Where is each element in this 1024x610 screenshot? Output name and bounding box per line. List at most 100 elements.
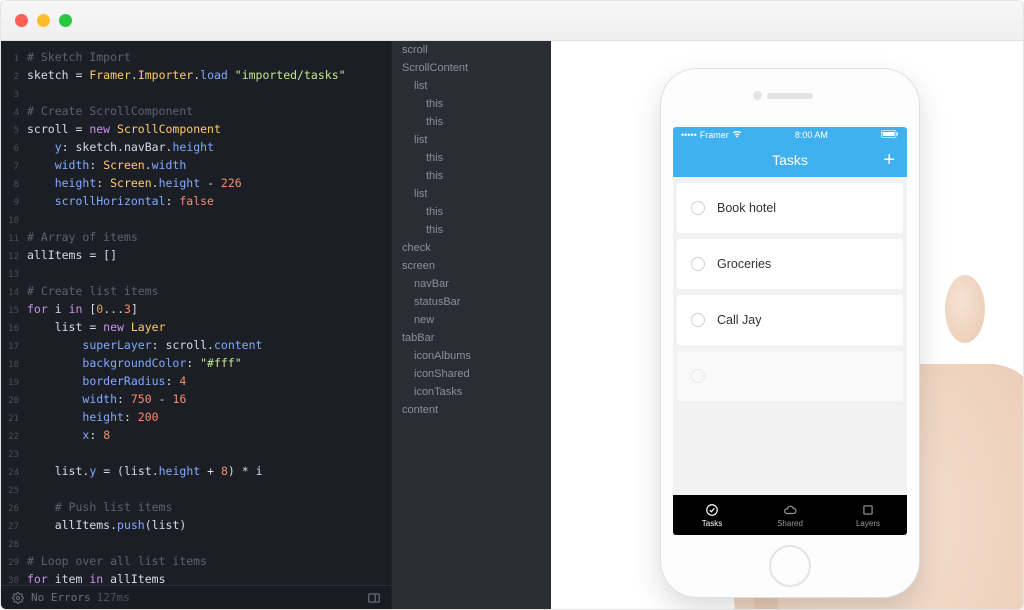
- tab-tasks[interactable]: Tasks: [673, 495, 751, 535]
- code-line[interactable]: 2sketch = Framer.Importer.load "imported…: [1, 67, 391, 85]
- layer-row[interactable]: this: [392, 203, 551, 221]
- code-lines[interactable]: 1# Sketch Import2sketch = Framer.Importe…: [1, 41, 391, 585]
- layer-row[interactable]: new: [392, 311, 551, 329]
- code-line[interactable]: 29# Loop over all list items: [1, 553, 391, 571]
- code-content[interactable]: list.y = (list.height + 8) * i: [27, 463, 391, 479]
- code-content[interactable]: x: 8: [27, 427, 391, 443]
- code-content[interactable]: allItems.push(list): [27, 517, 391, 533]
- code-line[interactable]: 21 height: 200: [1, 409, 391, 427]
- code-line[interactable]: 9 scrollHorizontal: false: [1, 193, 391, 211]
- code-line[interactable]: 4# Create ScrollComponent: [1, 103, 391, 121]
- task-check-circle[interactable]: [691, 369, 705, 383]
- minimize-icon[interactable]: [37, 14, 50, 27]
- layer-row[interactable]: content: [392, 401, 551, 419]
- code-content[interactable]: backgroundColor: "#fff": [27, 355, 391, 371]
- code-content[interactable]: allItems = []: [27, 247, 391, 263]
- task-item[interactable]: Groceries: [677, 239, 903, 289]
- zoom-icon[interactable]: [59, 14, 72, 27]
- code-content[interactable]: superLayer: scroll.content: [27, 337, 391, 353]
- code-line[interactable]: 22 x: 8: [1, 427, 391, 445]
- tab-shared[interactable]: Shared: [751, 495, 829, 535]
- code-line[interactable]: 24 list.y = (list.height + 8) * i: [1, 463, 391, 481]
- code-line[interactable]: 7 width: Screen.width: [1, 157, 391, 175]
- code-line[interactable]: 25: [1, 481, 391, 499]
- code-content[interactable]: borderRadius: 4: [27, 373, 391, 389]
- code-editor-panel[interactable]: 1# Sketch Import2sketch = Framer.Importe…: [1, 41, 391, 609]
- layer-row[interactable]: this: [392, 167, 551, 185]
- code-line[interactable]: 1# Sketch Import: [1, 49, 391, 67]
- layer-row[interactable]: this: [392, 149, 551, 167]
- code-line[interactable]: 19 borderRadius: 4: [1, 373, 391, 391]
- layer-row[interactable]: statusBar: [392, 293, 551, 311]
- code-line[interactable]: 23: [1, 445, 391, 463]
- code-line[interactable]: 26 # Push list items: [1, 499, 391, 517]
- layer-label: list: [414, 80, 545, 92]
- code-content[interactable]: width: 750 - 16: [27, 391, 391, 407]
- tab-layers[interactable]: Layers: [829, 495, 907, 535]
- code-line[interactable]: 28: [1, 535, 391, 553]
- layer-row[interactable]: this: [392, 113, 551, 131]
- code-content[interactable]: # Create list items: [27, 283, 391, 299]
- code-content[interactable]: list = new Layer: [27, 319, 391, 335]
- layer-row[interactable]: screen: [392, 257, 551, 275]
- code-content[interactable]: sketch = Framer.Importer.load "imported/…: [27, 67, 391, 83]
- code-line[interactable]: 5scroll = new ScrollComponent: [1, 121, 391, 139]
- task-list[interactable]: Book hotel Groceries Call Jay: [673, 177, 907, 495]
- code-content[interactable]: for item in allItems: [27, 571, 391, 585]
- code-line[interactable]: 6 y: sketch.navBar.height: [1, 139, 391, 157]
- task-check-circle[interactable]: [691, 257, 705, 271]
- layer-row[interactable]: iconShared: [392, 365, 551, 383]
- task-item[interactable]: Book hotel: [677, 183, 903, 233]
- code-content[interactable]: y: sketch.navBar.height: [27, 139, 391, 155]
- layer-row[interactable]: navBar: [392, 275, 551, 293]
- code-content[interactable]: height: 200: [27, 409, 391, 425]
- layer-panel[interactable]: scrollScrollContentlistthisthislistthist…: [391, 41, 551, 609]
- code-line[interactable]: 12allItems = []: [1, 247, 391, 265]
- add-task-button[interactable]: +: [883, 150, 895, 170]
- code-line[interactable]: 10: [1, 211, 391, 229]
- code-content[interactable]: scroll = new ScrollComponent: [27, 121, 391, 137]
- code-line[interactable]: 16 list = new Layer: [1, 319, 391, 337]
- code-content[interactable]: # Create ScrollComponent: [27, 103, 391, 119]
- titlebar[interactable]: [1, 1, 1023, 41]
- code-content[interactable]: # Sketch Import: [27, 49, 391, 65]
- task-check-circle[interactable]: [691, 313, 705, 327]
- code-content[interactable]: # Push list items: [27, 499, 391, 515]
- code-content[interactable]: height: Screen.height - 226: [27, 175, 391, 191]
- layer-row[interactable]: iconTasks: [392, 383, 551, 401]
- code-line[interactable]: 20 width: 750 - 16: [1, 391, 391, 409]
- layer-row[interactable]: tabBar: [392, 329, 551, 347]
- code-content[interactable]: # Array of items: [27, 229, 391, 245]
- code-content[interactable]: scrollHorizontal: false: [27, 193, 391, 209]
- task-item[interactable]: Call Jay: [677, 295, 903, 345]
- code-line[interactable]: 18 backgroundColor: "#fff": [1, 355, 391, 373]
- task-check-circle[interactable]: [691, 201, 705, 215]
- layer-row[interactable]: scroll: [392, 41, 551, 59]
- code-line[interactable]: 15for i in [0...3]: [1, 301, 391, 319]
- layer-row[interactable]: iconAlbums: [392, 347, 551, 365]
- layer-row[interactable]: list: [392, 77, 551, 95]
- code-line[interactable]: 13: [1, 265, 391, 283]
- code-line[interactable]: 3: [1, 85, 391, 103]
- code-line[interactable]: 30for item in allItems: [1, 571, 391, 585]
- layer-row[interactable]: this: [392, 95, 551, 113]
- home-button[interactable]: [769, 545, 811, 587]
- code-line[interactable]: 27 allItems.push(list): [1, 517, 391, 535]
- task-item[interactable]: [677, 351, 903, 401]
- code-content[interactable]: for i in [0...3]: [27, 301, 391, 317]
- layer-row[interactable]: this: [392, 221, 551, 239]
- layer-row[interactable]: ScrollContent: [392, 59, 551, 77]
- code-line[interactable]: 8 height: Screen.height - 226: [1, 175, 391, 193]
- layout-toggle-icon[interactable]: [367, 591, 381, 605]
- layer-row[interactable]: list: [392, 131, 551, 149]
- close-icon[interactable]: [15, 14, 28, 27]
- layer-row[interactable]: list: [392, 185, 551, 203]
- code-content[interactable]: width: Screen.width: [27, 157, 391, 173]
- layer-row[interactable]: check: [392, 239, 551, 257]
- gear-icon[interactable]: [11, 591, 25, 605]
- code-line[interactable]: 17 superLayer: scroll.content: [1, 337, 391, 355]
- code-content[interactable]: # Loop over all list items: [27, 553, 391, 569]
- code-line[interactable]: 14# Create list items: [1, 283, 391, 301]
- code-line[interactable]: 11# Array of items: [1, 229, 391, 247]
- layer-label: this: [426, 116, 545, 128]
